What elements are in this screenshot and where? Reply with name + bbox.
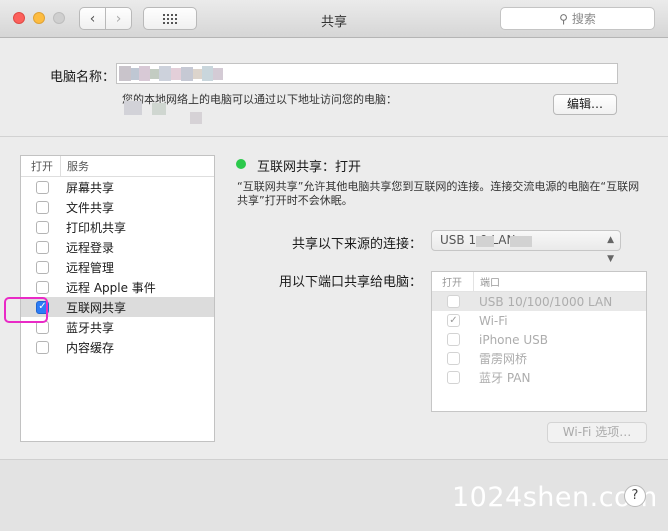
service-checkbox[interactable] <box>36 220 49 234</box>
share-ports-label: 用以下端口共享给电脑： <box>279 275 423 290</box>
port-label: iPhone USB <box>479 332 548 347</box>
service-label: 互联网共享 <box>66 300 127 315</box>
ports-list-header: 打开 端口 <box>432 272 646 292</box>
service-row-remote-management[interactable]: 远程管理 <box>21 257 214 277</box>
search-icon: ⚲ <box>559 11 568 26</box>
service-row-remote-apple-events[interactable]: 远程 Apple 事件 <box>21 277 214 297</box>
annotation-highlight-box <box>4 297 48 323</box>
service-row-remote-login[interactable]: 远程登录 <box>21 237 214 257</box>
port-checkbox[interactable] <box>447 295 460 308</box>
column-header-service: 服务 <box>60 156 89 176</box>
redaction-block <box>476 236 494 247</box>
share-source-label: 共享以下来源的连接： <box>292 237 423 252</box>
service-label: 内容缓存 <box>66 340 115 355</box>
services-list: 打开 服务 屏幕共享 文件共享 打印机共享 远程登录 远程管理 远程 Apple… <box>20 155 215 442</box>
port-checkbox[interactable] <box>447 333 460 346</box>
column-header-port: 端口 <box>473 272 500 291</box>
computer-name-section: 电脑名称： 您的本地网络上的电脑可以通过以下地址访问您的电脑： 编辑… <box>0 38 668 137</box>
column-header-open: 打开 <box>31 160 53 173</box>
service-label: 远程登录 <box>66 240 115 255</box>
service-row-bluetooth-sharing[interactable]: 蓝牙共享 <box>21 317 214 337</box>
service-row-content-caching[interactable]: 内容缓存 <box>21 337 214 357</box>
help-button[interactable]: ? <box>624 485 646 507</box>
computer-name-label: 电脑名称： <box>50 70 116 85</box>
service-row-screen-sharing[interactable]: 屏幕共享 <box>21 177 214 197</box>
service-checkbox[interactable] <box>36 260 49 274</box>
status-indicator-dot <box>236 159 246 169</box>
service-label: 蓝牙共享 <box>66 320 115 335</box>
title-bar: ‹ › 共享 ⚲ 搜索 <box>0 0 668 38</box>
service-row-printer-sharing[interactable]: 打印机共享 <box>21 217 214 237</box>
port-checkbox[interactable] <box>447 352 460 365</box>
search-input[interactable]: ⚲ 搜索 <box>500 7 655 30</box>
status-title: 互联网共享：打开 <box>257 160 362 175</box>
ports-list: 打开 端口 USB 10/100/1000 LAN ✓ Wi-Fi iPhone… <box>431 271 647 412</box>
service-label: 文件共享 <box>66 200 115 215</box>
service-checkbox[interactable] <box>36 340 49 354</box>
service-row-internet-sharing[interactable]: ✓ 互联网共享 <box>21 297 214 317</box>
service-checkbox[interactable] <box>36 280 49 294</box>
port-row-thunderbolt-bridge[interactable]: 雷雳网桥 <box>432 349 646 368</box>
service-label: 远程管理 <box>66 260 115 275</box>
port-row-wifi[interactable]: ✓ Wi-Fi <box>432 311 646 330</box>
service-checkbox[interactable] <box>36 200 49 214</box>
computer-name-field[interactable] <box>116 63 618 84</box>
port-row-iphone-usb[interactable]: iPhone USB <box>432 330 646 349</box>
service-label: 远程 Apple 事件 <box>66 280 156 295</box>
port-row-usb-lan[interactable]: USB 10/100/1000 LAN <box>432 292 646 311</box>
port-checkbox[interactable] <box>447 371 460 384</box>
redaction-block <box>510 236 532 247</box>
service-label: 打印机共享 <box>66 220 127 235</box>
services-list-header: 打开 服务 <box>21 156 214 177</box>
share-source-select[interactable]: USB 1 0 LAN ▲▼ <box>431 230 621 264</box>
port-label: 蓝牙 PAN <box>479 371 531 385</box>
port-label: 雷雳网桥 <box>479 352 528 366</box>
checkmark-icon: ✓ <box>449 315 458 326</box>
service-description: “互联网共享”允许其他电脑共享您到互联网的连接。连接交流电源的电脑在“互联网共享… <box>237 180 640 207</box>
service-checkbox[interactable] <box>36 180 49 194</box>
wifi-options-button[interactable]: Wi-Fi 选项… <box>547 422 647 443</box>
port-label: Wi-Fi <box>479 313 508 328</box>
port-label: USB 10/100/1000 LAN <box>479 294 613 309</box>
port-checkbox-checked[interactable]: ✓ <box>447 314 460 327</box>
service-label: 屏幕共享 <box>66 180 115 195</box>
column-header-open: 打开 <box>442 278 462 289</box>
service-checkbox[interactable] <box>36 240 49 254</box>
search-placeholder: 搜索 <box>571 12 596 26</box>
port-row-bluetooth-pan[interactable]: 蓝牙 PAN <box>432 368 646 387</box>
service-row-file-sharing[interactable]: 文件共享 <box>21 197 214 217</box>
updown-arrows-icon: ▲ ▼ <box>607 235 614 264</box>
edit-button[interactable]: 编辑… <box>553 94 617 115</box>
